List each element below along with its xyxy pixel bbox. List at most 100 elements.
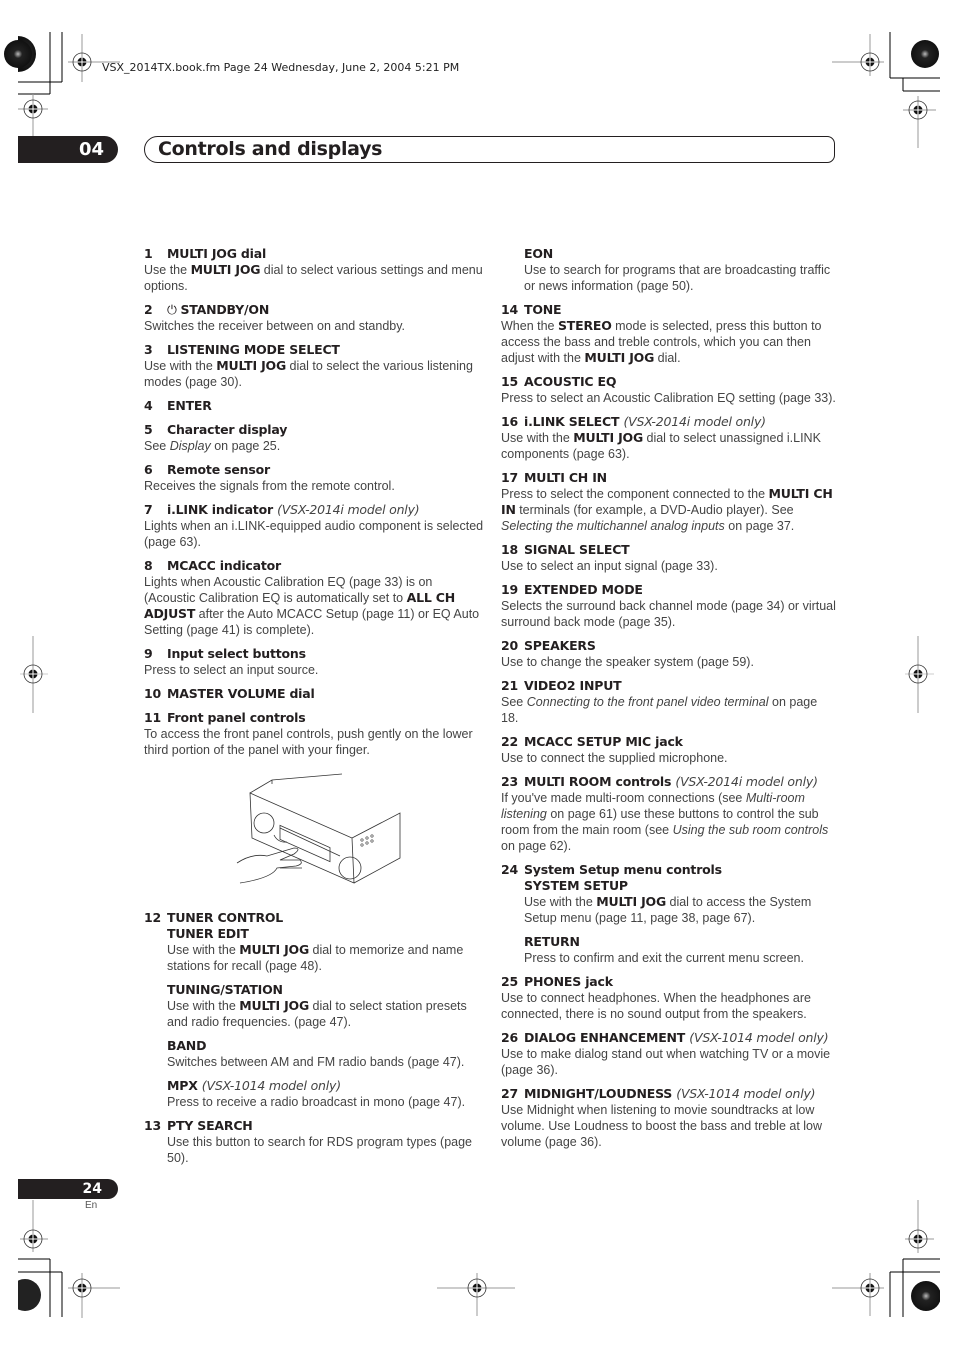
- body-text: Use to change the speaker system (page 5…: [501, 655, 754, 669]
- item-heading: 1 MULTI JOG dial: [144, 246, 484, 262]
- item-description: Receives the signals from the remote con…: [144, 478, 484, 494]
- item-title: LISTENING MODE SELECT: [167, 342, 340, 357]
- item-title: Front panel controls: [167, 710, 306, 725]
- body-text: Use with the: [167, 943, 240, 957]
- sub-item-heading: TUNER EDIT: [167, 926, 484, 942]
- sub-item: EON Use to search for programs that are b…: [501, 246, 836, 294]
- body-text: Selects the surround back channel mode (…: [501, 599, 836, 629]
- list-item: 18 SIGNAL SELECT Use to select an input si…: [501, 542, 836, 574]
- sub-item-title: TUNING/STATION: [167, 982, 283, 997]
- cross-reference: Using the sub room controls: [672, 823, 829, 837]
- item-heading: 12 TUNER CONTROL: [144, 910, 484, 926]
- item-heading: 2 ⏻ STANDBY/ON: [144, 302, 484, 318]
- item-number: 19: [501, 582, 518, 597]
- item-heading: 27 MIDNIGHT/LOUDNESS (VSX-1014 model only…: [501, 1086, 836, 1102]
- item-number: 8: [144, 558, 153, 573]
- sub-item-title: RETURN: [524, 934, 580, 949]
- running-header: VSX_2014TX.book.fm Page 24 Wednesday, Ju…: [102, 61, 460, 74]
- body-text: Use with the: [524, 895, 597, 909]
- body-text: Press to select an input source.: [144, 663, 319, 677]
- body-text: on page 25.: [210, 439, 281, 453]
- body-text: Use with the: [167, 999, 240, 1013]
- item-description: See Display on page 25.: [144, 438, 484, 454]
- item-title: MCACC indicator: [167, 558, 281, 573]
- item-number: 13: [144, 1118, 161, 1133]
- item-description: If you've made multi-room connections (s…: [501, 790, 836, 854]
- list-item: 11 Front panel controls To access the fron…: [144, 710, 484, 902]
- bold-term: MULTI JOG: [239, 942, 310, 957]
- model-note: (VSX-2014i model only): [277, 502, 420, 517]
- list-item: 14 TONE When the STEREO mode is selected, …: [501, 302, 836, 366]
- item-heading: 19 EXTENDED MODE: [501, 582, 836, 598]
- body-text: terminals (for example, a DVD-Audio play…: [515, 503, 794, 517]
- sub-item-title: TUNER EDIT: [167, 926, 249, 941]
- list-item: 26 DIALOG ENHANCEMENT (VSX-1014 model onl…: [501, 1030, 836, 1078]
- body-text: Use to connect the supplied microphone.: [501, 751, 728, 765]
- item-title: Character display: [167, 422, 288, 437]
- bold-term: MULTI JOG: [216, 358, 287, 373]
- sub-item: TUNER EDIT Use with the MULTI JOG dial to…: [144, 926, 484, 974]
- item-title: MULTI CH IN: [524, 470, 607, 485]
- sub-item-heading: MPX (VSX-1014 model only): [167, 1078, 484, 1094]
- item-description: Use to change the speaker system (page 5…: [501, 654, 836, 670]
- list-item: EON Use to search for programs that are b…: [501, 246, 836, 294]
- sub-item: SYSTEM SETUP Use with the MULTI JOG dial …: [501, 878, 836, 926]
- item-heading: 11 Front panel controls: [144, 710, 484, 726]
- item-heading: 18 SIGNAL SELECT: [501, 542, 836, 558]
- corner-rosette-icon: [4, 36, 36, 72]
- item-title: VIDEO2 INPUT: [524, 678, 622, 693]
- body-text: When the: [501, 319, 558, 333]
- item-number: 5: [144, 422, 153, 437]
- item-description: Use to make dialog stand out when watchi…: [501, 1046, 836, 1078]
- body-text: on page 62).: [501, 839, 572, 853]
- body-text: See: [144, 439, 170, 453]
- sub-item-heading: SYSTEM SETUP: [524, 878, 836, 894]
- sub-item-description: Use to search for programs that are broa…: [524, 262, 836, 294]
- body-text: Use with the: [501, 431, 574, 445]
- body-text: dial.: [654, 351, 681, 365]
- list-item: 6 Remote sensor Receives the signals from …: [144, 462, 484, 494]
- right-column: EON Use to search for programs that are b…: [501, 246, 836, 1158]
- sub-item-description: Use this button to search for RDS progra…: [167, 1134, 484, 1166]
- item-description: Press to select the component connected …: [501, 486, 836, 534]
- body-text: Use Midnight when listening to movie sou…: [501, 1103, 823, 1149]
- item-description: Selects the surround back channel mode (…: [501, 598, 836, 630]
- left-column: 1 MULTI JOG dial Use the MULTI JOG dial to…: [144, 246, 484, 1174]
- item-description: Use the MULTI JOG dial to select various…: [144, 262, 484, 294]
- body-text: If you've made multi-room connections (s…: [501, 791, 746, 805]
- body-text: Lights when Acoustic Calibration EQ (pag…: [144, 575, 433, 605]
- item-heading: 26 DIALOG ENHANCEMENT (VSX-1014 model onl…: [501, 1030, 836, 1046]
- bold-term: MULTI JOG: [239, 998, 310, 1013]
- body-text: Press to select the component connected …: [501, 487, 769, 501]
- bold-term: MULTI JOG: [573, 430, 644, 445]
- body-text: Use to search for programs that are broa…: [524, 263, 831, 293]
- cross-reference: Selecting the multichannel analog inputs: [501, 519, 725, 533]
- body-text: Use with the: [144, 359, 217, 373]
- sub-item-heading: EON: [524, 246, 836, 262]
- item-description: Use to connect headphones. When the head…: [501, 990, 836, 1022]
- list-item: 21 VIDEO2 INPUT See Connecting to the fron…: [501, 678, 836, 726]
- item-heading: 10 MASTER VOLUME dial: [144, 686, 484, 702]
- model-note: (VSX-1014 model only): [201, 1078, 341, 1093]
- item-number: 18: [501, 542, 518, 557]
- list-item: 22 MCACC SETUP MIC jack Use to connect the…: [501, 734, 836, 766]
- item-description: Lights when Acoustic Calibration EQ (pag…: [144, 574, 484, 638]
- body-text: Use to select an input signal (page 33).: [501, 559, 718, 573]
- item-number: 3: [144, 342, 153, 357]
- item-heading: 15 ACOUSTIC EQ: [501, 374, 836, 390]
- cross-reference: Connecting to the front panel video term…: [526, 695, 769, 709]
- item-description: Press to select an input source.: [144, 662, 484, 678]
- item-description: Use to connect the supplied microphone.: [501, 750, 836, 766]
- page-language: En: [85, 1200, 98, 1211]
- body-text: Switches the receiver between on and sta…: [144, 319, 406, 333]
- item-title: DIALOG ENHANCEMENT: [524, 1030, 686, 1045]
- item-number: 23: [501, 774, 518, 789]
- item-number: 4: [144, 398, 153, 413]
- item-heading: 20 SPEAKERS: [501, 638, 836, 654]
- item-number: 14: [501, 302, 518, 317]
- list-item: 12 TUNER CONTROL TUNER EDIT Use with the MU…: [144, 910, 484, 1110]
- item-number: 11: [144, 710, 161, 725]
- item-number: 7: [144, 502, 153, 517]
- item-number: 20: [501, 638, 518, 653]
- item-description: To access the front panel controls, push…: [144, 726, 484, 758]
